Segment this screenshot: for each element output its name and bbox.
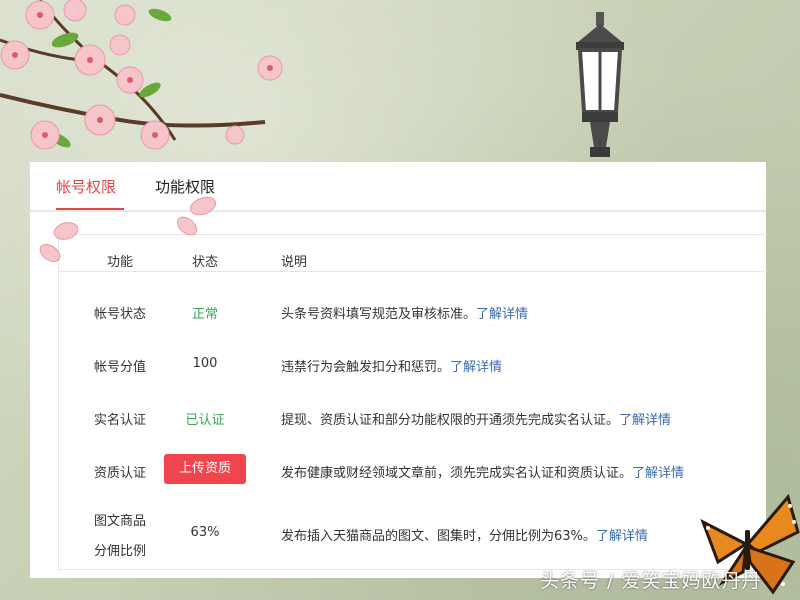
- row-function-label: 帐号分值: [93, 360, 146, 375]
- learn-more-link[interactable]: 了解详情: [450, 360, 502, 375]
- permissions-panel: 帐号权限 功能权限 功能 状态 说明 帐号状态 正常 头条号资料填写规范及审核标…: [30, 162, 767, 578]
- description-text: 违禁行为会触发扣分和惩罚。: [281, 360, 451, 375]
- row-description: 提现、资质认证和部分功能权限的开通须先完成实名认证。了解详情: [281, 409, 671, 428]
- learn-more-link[interactable]: 了解详情: [632, 466, 684, 481]
- cherry-blossom-branch-decoration: [0, 0, 283, 150]
- column-header-function: 功能: [106, 255, 133, 270]
- learn-more-link[interactable]: 了解详情: [596, 529, 648, 544]
- street-lamp-decoration: [576, 12, 624, 157]
- tab-bar: 帐号权限 功能权限: [30, 162, 766, 212]
- table-row: 资质认证 上传资质 发布健康或财经领域文章前，须先完成实名认证和资质认证。了解详…: [59, 453, 767, 489]
- description-text: 头条号资料填写规范及审核标准。: [281, 307, 477, 322]
- watermark-text: 头条号 / 爱笑宝妈欧丹丹: [540, 570, 762, 592]
- row-description: 发布健康或财经领域文章前，须先完成实名认证和资质认证。了解详情: [281, 462, 684, 481]
- row-function-label: 实名认证: [93, 413, 146, 428]
- table-row: 帐号状态 正常 头条号资料填写规范及审核标准。了解详情: [59, 303, 767, 325]
- column-header-status: 状态: [191, 255, 218, 270]
- description-text: 发布插入天猫商品的图文、图集时，分佣比例为63%。: [281, 529, 596, 544]
- upload-qualification-button[interactable]: 上传资质: [164, 454, 246, 484]
- petal-decoration: [39, 222, 79, 263]
- header-divider: [59, 271, 767, 272]
- learn-more-link[interactable]: 了解详情: [476, 307, 528, 322]
- account-score-value: 100: [192, 356, 218, 371]
- permissions-table: 功能 状态 说明 帐号状态 正常 头条号资料填写规范及审核标准。了解详情 帐号分…: [58, 234, 767, 570]
- row-function-label: 帐号状态: [93, 307, 146, 322]
- table-row: 实名认证 已认证 提现、资质认证和部分功能权限的开通须先完成实名认证。了解详情: [59, 409, 767, 431]
- tab-account-permissions[interactable]: 帐号权限: [56, 176, 116, 197]
- learn-more-link[interactable]: 了解详情: [619, 413, 671, 428]
- table-header-row: 功能 状态 说明: [59, 235, 767, 271]
- row-function-label: 资质认证: [93, 466, 146, 481]
- active-tab-indicator: [56, 208, 124, 210]
- commission-rate-value: 63%: [190, 525, 220, 540]
- table-row: 帐号分值 100 违禁行为会触发扣分和惩罚。了解详情: [59, 356, 767, 378]
- row-function-label-line1: 图文商品: [93, 514, 146, 529]
- row-description: 发布插入天猫商品的图文、图集时，分佣比例为63%。了解详情: [281, 525, 648, 544]
- description-text: 发布健康或财经领域文章前，须先完成实名认证和资质认证。: [281, 466, 633, 481]
- row-function-label-line2: 分佣比例: [93, 544, 146, 559]
- table-row: 图文商品 分佣比例 63% 发布插入天猫商品的图文、图集时，分佣比例为63%。了…: [59, 510, 767, 560]
- description-text: 提现、资质认证和部分功能权限的开通须先完成实名认证。: [281, 413, 620, 428]
- status-cell: 上传资质: [161, 454, 249, 484]
- row-description: 违禁行为会触发扣分和惩罚。了解详情: [281, 356, 502, 375]
- row-description: 头条号资料填写规范及审核标准。了解详情: [281, 303, 528, 322]
- status-verified: 已认证: [185, 413, 225, 428]
- status-normal: 正常: [191, 307, 218, 322]
- petal-decoration: [176, 196, 217, 236]
- column-header-description: 说明: [281, 255, 308, 270]
